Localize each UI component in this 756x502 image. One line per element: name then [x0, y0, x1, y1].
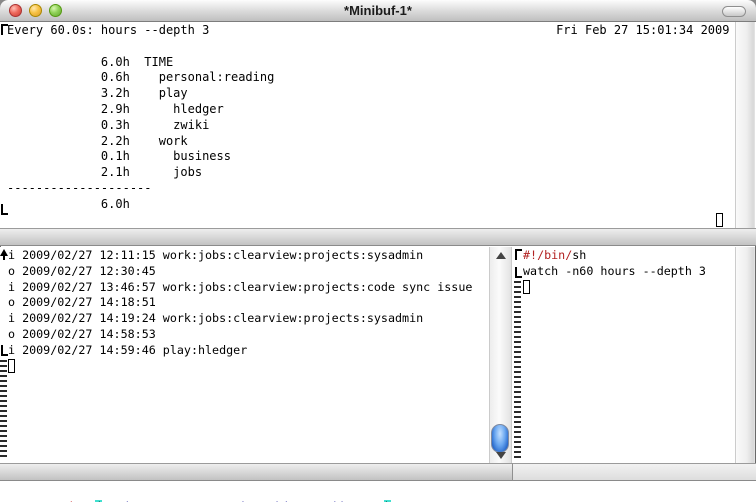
script-text: #!/bin/sh watch -n60 hours --depth 3	[523, 248, 706, 280]
term-line	[7, 39, 729, 55]
term-line: 2.1h jobs	[7, 165, 729, 181]
timelog-line: o 2009/02/27 14:58:53	[8, 327, 472, 343]
timelog-scrollbar-thumb[interactable]	[491, 424, 509, 453]
timelog-line: i 2009/02/27 12:11:15 work:jobs:clearvie…	[8, 248, 472, 264]
timelog-text: i 2009/02/27 12:11:15 work:jobs:clearvie…	[8, 248, 472, 359]
modeline-timelog[interactable]: --:-- current.timelog Bot (3726,0) darcs…	[0, 463, 512, 481]
term-cursor	[716, 213, 723, 227]
term-line: 2.2h work	[7, 134, 729, 150]
window-title: *Minibuf-1*	[0, 3, 756, 18]
toolbar-toggle-button[interactable]	[722, 6, 746, 17]
shebang-interp: sh	[572, 248, 586, 262]
modeline-ansi-term[interactable]: -u:** *ansi-term* All (13,101) (Term: ch…	[0, 228, 756, 246]
buffer-end-corner-icon	[515, 267, 522, 278]
minibuffer[interactable]: Redo: (ansi-term "/Users/simon/bin/watch…	[0, 481, 756, 502]
buffer-top-corner-icon	[515, 249, 522, 260]
term-line: 6.0h	[7, 197, 729, 213]
timelog-line: i 2009/02/27 13:46:57 work:jobs:clearvie…	[8, 280, 472, 296]
titlebar[interactable]: *Minibuf-1*	[0, 0, 756, 22]
scroll-up-arrow-icon[interactable]	[496, 252, 506, 259]
buffer-end-corner-icon	[1, 345, 8, 356]
timelog-line: i 2009/02/27 14:59:46 play:hledger	[8, 343, 472, 359]
term-line: 0.6h personal:reading	[7, 70, 729, 86]
emacs-frame: *Minibuf-1* Every 60.0s: hours --depth 3…	[0, 0, 756, 502]
timelog-line: o 2009/02/27 12:30:45	[8, 264, 472, 280]
term-line: Every 60.0s: hours --depth 3 Fri Feb 27 …	[7, 23, 729, 39]
minibuffer-text: Redo: (ansi-term "/Users/simon/bin/watch…	[8, 483, 391, 502]
term-scrollbar-track[interactable]	[735, 22, 755, 228]
empty-lines-fringe-icon	[0, 360, 7, 460]
term-line: 0.3h zwiki	[7, 118, 729, 134]
empty-lines-fringe-icon	[514, 281, 521, 460]
script-line: watch -n60 hours --depth 3	[523, 264, 706, 280]
term-line: 3.2h play	[7, 86, 729, 102]
modeline-watchhours[interactable]: --:-- watchhours All (3,0)	[512, 463, 756, 481]
script-window[interactable]: #!/bin/sh watch -n60 hours --depth 3	[512, 247, 735, 463]
term-line: 0.1h business	[7, 149, 729, 165]
script-cursor	[523, 280, 530, 294]
term-output: Every 60.0s: hours --depth 3 Fri Feb 27 …	[7, 23, 729, 213]
timelog-cursor	[8, 359, 15, 373]
shebang-path: #!/bin/	[523, 248, 572, 262]
scroll-down-arrow-icon[interactable]	[496, 452, 506, 459]
shebang-line: #!/bin/sh	[523, 248, 706, 264]
term-line: --------------------	[7, 181, 729, 197]
script-scrollbar-track[interactable]	[735, 247, 755, 463]
timelog-line: o 2009/02/27 14:18:51	[8, 295, 472, 311]
timelog-window[interactable]: i 2009/02/27 12:11:15 work:jobs:clearvie…	[0, 247, 489, 463]
buffer-continues-up-arrow-icon	[3, 255, 5, 260]
term-line: 6.0h TIME	[7, 55, 729, 71]
timelog-line: i 2009/02/27 14:19:24 work:jobs:clearvie…	[8, 311, 472, 327]
term-window[interactable]: Every 60.0s: hours --depth 3 Fri Feb 27 …	[0, 22, 756, 228]
term-line: 2.9h hledger	[7, 102, 729, 118]
